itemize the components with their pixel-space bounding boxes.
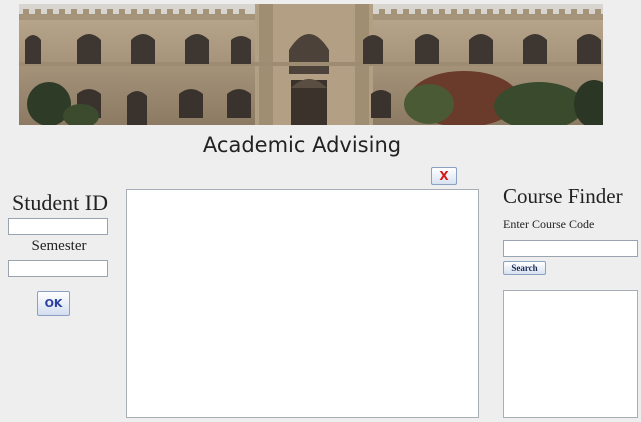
search-button[interactable]: Search <box>503 261 546 275</box>
course-code-label: Enter Course Code <box>503 217 595 231</box>
course-results-area[interactable] <box>503 290 638 418</box>
course-code-input[interactable] <box>503 240 638 257</box>
advising-text-area[interactable] <box>126 189 479 418</box>
student-id-label: Student ID <box>12 190 108 215</box>
semester-label: Semester <box>31 238 87 254</box>
semester-input[interactable] <box>8 260 108 277</box>
course-finder-title: Course Finder <box>503 184 623 208</box>
student-id-input[interactable] <box>8 218 108 235</box>
banner-image <box>19 4 603 125</box>
ok-button[interactable]: OK <box>37 291 70 316</box>
page-title: Academic Advising <box>202 133 402 157</box>
close-button[interactable]: X <box>431 167 457 185</box>
close-icon: X <box>439 169 449 183</box>
